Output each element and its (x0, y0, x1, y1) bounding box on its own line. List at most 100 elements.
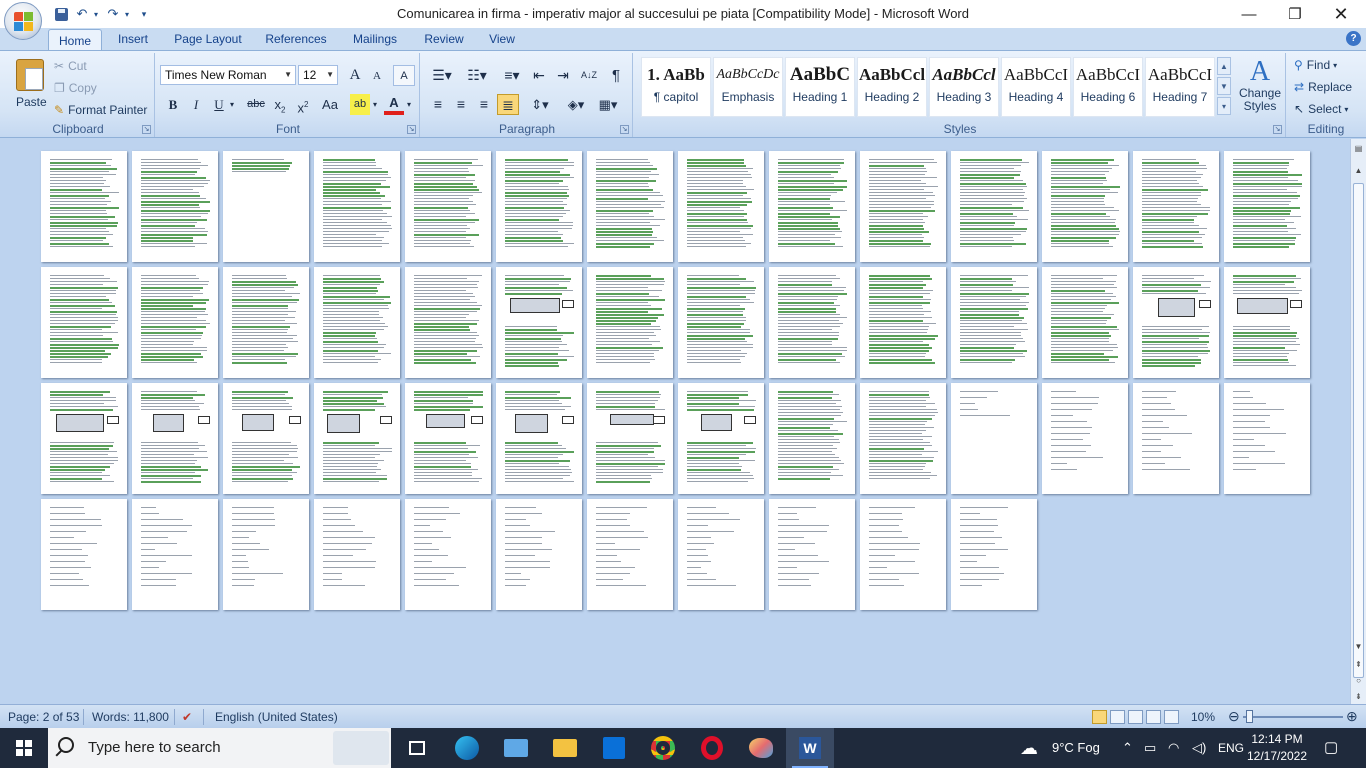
page-thumbnail[interactable] (769, 267, 855, 378)
page-thumbnail[interactable] (496, 151, 582, 262)
shrink-font-button[interactable]: A (366, 66, 388, 87)
font-size-combo[interactable]: 12 ▼ (298, 65, 338, 85)
help-icon[interactable]: ? (1346, 31, 1361, 46)
page-thumbnail[interactable] (769, 383, 855, 494)
page-thumbnail[interactable] (41, 383, 127, 494)
page-thumbnail[interactable] (1042, 151, 1128, 262)
zoom-slider[interactable] (1243, 716, 1343, 718)
scroll-up-icon[interactable]: ▲ (1352, 163, 1365, 178)
scroll-down-icon[interactable]: ▼ (1352, 639, 1365, 654)
task-view-icon[interactable] (393, 728, 441, 768)
highlight-button[interactable]: ab (350, 94, 370, 115)
page-thumbnail[interactable] (223, 151, 309, 262)
replace-button[interactable]: ⇄ Replace (1294, 80, 1352, 94)
style-emphasis[interactable]: AaBbCcDc Emphasis (713, 57, 783, 117)
tab-references[interactable]: References (259, 28, 333, 50)
clear-formatting-button[interactable]: A (393, 65, 415, 86)
page-thumbnail[interactable] (1133, 267, 1219, 378)
page-thumbnail[interactable] (587, 267, 673, 378)
wifi-icon[interactable]: ◠ (1168, 728, 1179, 768)
page-thumbnail[interactable] (132, 151, 218, 262)
select-button[interactable]: ↖ Select ▾ (1294, 102, 1348, 116)
page-thumbnail[interactable] (314, 267, 400, 378)
minimize-button[interactable]: — (1226, 0, 1272, 28)
page-thumbnail[interactable] (314, 499, 400, 610)
zoom-level[interactable]: 10% (1191, 710, 1215, 724)
gallery-scroll-down-icon[interactable]: ▼ (1217, 77, 1231, 95)
find-button[interactable]: ⚲ Find ▾ (1294, 58, 1337, 72)
page-thumbnail[interactable] (314, 151, 400, 262)
grow-font-button[interactable]: A (344, 65, 366, 86)
page-thumbnail[interactable] (132, 267, 218, 378)
font-name-combo[interactable]: Times New Roman ▼ (160, 65, 296, 85)
change-case-button[interactable]: Aa (317, 94, 343, 115)
font-color-button[interactable]: A (384, 94, 404, 115)
weather-cloud-icon[interactable]: ☁ (1020, 728, 1038, 768)
line-spacing-icon[interactable]: ⇕▾ (526, 94, 554, 115)
page-thumbnail[interactable] (587, 499, 673, 610)
align-right-icon[interactable]: ≡ (473, 94, 495, 115)
page-thumbnail[interactable] (678, 267, 764, 378)
outline-view-icon[interactable] (1146, 710, 1161, 724)
input-language[interactable]: ENG (1218, 728, 1244, 768)
style-heading-7[interactable]: AaBbCcI Heading 7 (1145, 57, 1215, 117)
page-thumbnail[interactable] (951, 383, 1037, 494)
tab-mailings[interactable]: Mailings (344, 28, 406, 50)
subscript-button[interactable]: x2 (269, 94, 291, 115)
justify-icon[interactable]: ≣ (497, 94, 519, 115)
document-area[interactable] (0, 139, 1350, 704)
numbering-icon[interactable]: ☷▾ (463, 65, 491, 86)
browse-object-icon[interactable]: ○ (1352, 673, 1365, 688)
highlight-dropdown-icon[interactable]: ▾ (370, 94, 380, 115)
opera-icon[interactable] (688, 728, 736, 768)
page-thumbnail[interactable] (951, 499, 1037, 610)
ruler-toggle-icon[interactable]: ▤ (1352, 141, 1365, 156)
page-thumbnail[interactable] (1224, 383, 1310, 494)
page-thumbnail[interactable] (1042, 267, 1128, 378)
font-launcher-icon[interactable]: ↘ (407, 125, 416, 134)
page-thumbnail[interactable] (223, 383, 309, 494)
next-page-icon[interactable]: ⇟ (1352, 689, 1365, 704)
page-thumbnail[interactable] (860, 499, 946, 610)
paint-icon[interactable] (737, 728, 785, 768)
page-thumbnail[interactable] (769, 151, 855, 262)
notifications-icon[interactable]: ▢ (1324, 728, 1338, 768)
increase-indent-icon[interactable]: ⇥ (552, 65, 574, 86)
page-thumbnail[interactable] (405, 267, 491, 378)
page-thumbnail[interactable] (1224, 267, 1310, 378)
style-heading-4[interactable]: AaBbCcI Heading 4 (1001, 57, 1071, 117)
print-layout-view-icon[interactable] (1092, 710, 1107, 724)
page-thumbnail[interactable] (132, 499, 218, 610)
clipboard-launcher-icon[interactable]: ↘ (142, 125, 151, 134)
decrease-indent-icon[interactable]: ⇤ (528, 65, 550, 86)
tab-page-layout[interactable]: Page Layout (168, 28, 248, 50)
web-layout-view-icon[interactable] (1128, 710, 1143, 724)
style-heading-1[interactable]: AaBbC Heading 1 (785, 57, 855, 117)
page-thumbnail[interactable] (405, 499, 491, 610)
page-thumbnail[interactable] (41, 267, 127, 378)
gallery-scroll-up-icon[interactable]: ▲ (1217, 57, 1231, 75)
start-button[interactable] (0, 728, 48, 768)
page-thumbnail[interactable] (951, 151, 1037, 262)
store-icon[interactable] (590, 728, 638, 768)
bullets-icon[interactable]: ☰▾ (428, 65, 456, 86)
page-thumbnail[interactable] (951, 267, 1037, 378)
paragraph-launcher-icon[interactable]: ↘ (620, 125, 629, 134)
page-thumbnail[interactable] (405, 383, 491, 494)
strikethrough-button[interactable]: abc (243, 94, 269, 115)
page-indicator[interactable]: Page: 2 of 53 (8, 710, 79, 724)
style-heading-2[interactable]: AaBbCcl Heading 2 (857, 57, 927, 117)
page-thumbnail[interactable] (678, 383, 764, 494)
edge-icon[interactable] (443, 728, 491, 768)
cut-button[interactable]: ✂ Cut (54, 59, 87, 73)
page-thumbnail[interactable] (496, 267, 582, 378)
italic-button[interactable]: I (185, 94, 207, 115)
tab-review[interactable]: Review (418, 28, 470, 50)
close-button[interactable]: ✕ (1318, 0, 1364, 28)
paste-icon[interactable] (16, 59, 44, 91)
align-left-icon[interactable]: ≡ (427, 94, 449, 115)
restore-button[interactable]: ❐ (1272, 0, 1318, 28)
page-thumbnail[interactable] (314, 383, 400, 494)
page-thumbnail[interactable] (678, 151, 764, 262)
page-thumbnail[interactable] (860, 151, 946, 262)
